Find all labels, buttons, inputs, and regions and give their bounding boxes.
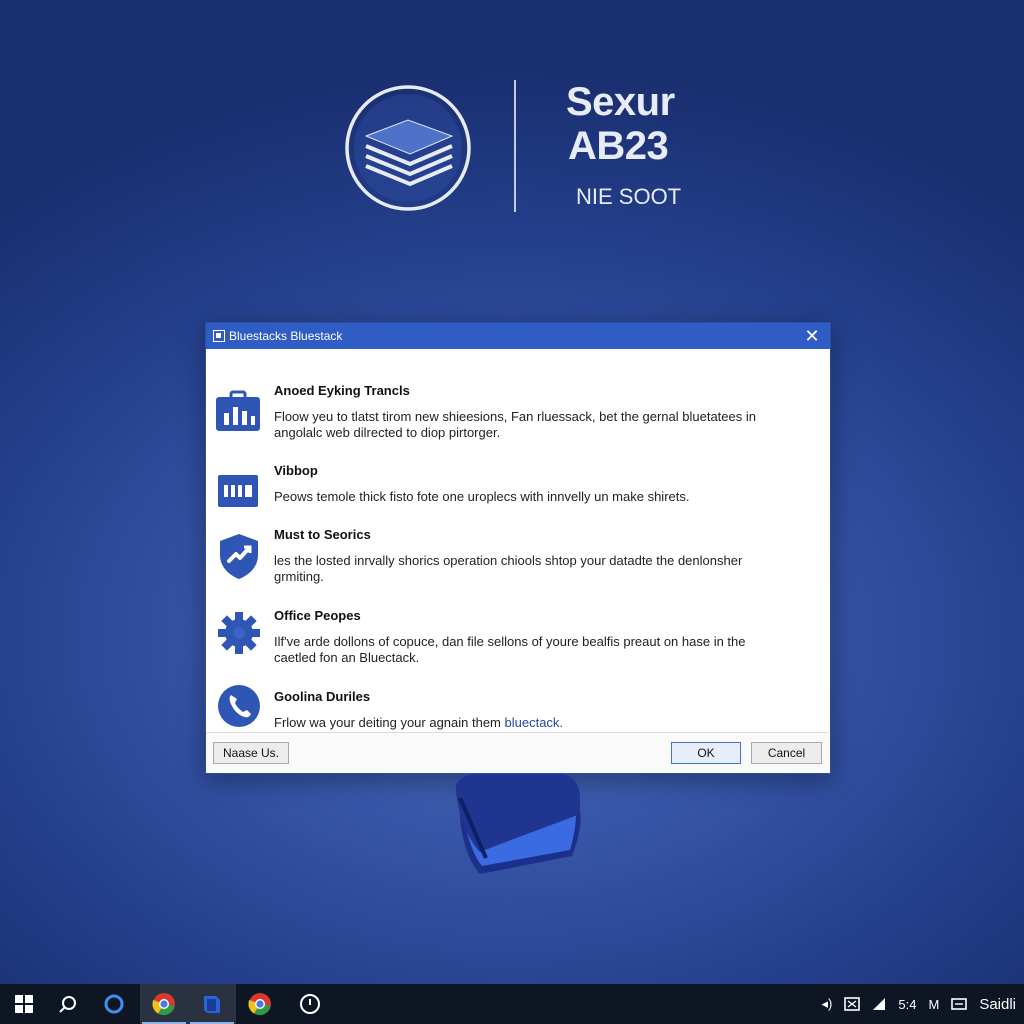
feature-description: Frlow wa your deiting your agnain them b… (274, 715, 774, 731)
logo-subtitle: NIE SOOT (576, 184, 682, 209)
chrome-second-button[interactable] (236, 984, 284, 1024)
logo-title-line1: Sexur (566, 80, 675, 124)
bluestacks-book-icon (204, 996, 220, 1013)
shield-icon (220, 534, 258, 579)
language-indicator[interactable]: M (928, 997, 939, 1012)
feature-heading: Office Peopes (274, 608, 361, 623)
cancel-button[interactable]: Cancel (751, 742, 822, 764)
network-icon[interactable] (872, 997, 886, 1011)
user-name[interactable]: Saidli (979, 996, 1016, 1013)
logo-title-line2: AB23 (568, 124, 669, 168)
bluestack-link[interactable]: bluectack. (505, 715, 564, 730)
phone-icon (218, 685, 260, 727)
dialog-footer: Naase Us. OK Cancel (206, 732, 828, 773)
chrome-icon (248, 993, 271, 1016)
feature-heading: Anoed Eyking Trancls (274, 383, 410, 398)
search-icon (59, 996, 76, 1013)
feature-heading: Must to Seorics (274, 527, 371, 542)
clock-app-button[interactable] (286, 984, 334, 1024)
search-button[interactable] (44, 984, 92, 1024)
gear-icon (218, 612, 260, 654)
bluestacks-taskbar-button[interactable] (188, 984, 236, 1024)
clock-time[interactable]: 5:4 (898, 997, 916, 1012)
logo-divider (514, 80, 516, 212)
action-center-icon[interactable] (951, 998, 968, 1010)
dialog-content: Anoed Eyking Trancls Floow yeu to tlatst… (206, 349, 830, 734)
chrome-icon (152, 993, 175, 1016)
feature-description: Floow yeu to tlatst tirom new shieesions… (274, 409, 756, 440)
dialog-titlebar[interactable]: Bluestacks Bluestack ✕ (206, 323, 830, 349)
feature-description: Ilf've arde dollons of copuce, dan file … (274, 634, 746, 665)
dialog-title: Bluestacks Bluestack (229, 329, 343, 343)
chrome-taskbar-button[interactable] (140, 984, 188, 1024)
cortana-icon (104, 994, 124, 1014)
desktop-logo: Sexur AB23 NIE SOOT (344, 80, 684, 215)
feature-heading: Vibbop (274, 463, 318, 478)
cortana-button[interactable] (90, 984, 138, 1024)
chart-case-icon (216, 390, 260, 431)
ok-button[interactable]: OK (671, 742, 741, 764)
panel-icon (218, 475, 258, 507)
feature-heading: Goolina Duriles (274, 689, 371, 704)
clock-icon (300, 994, 320, 1014)
feature-description: Peows temole thick fisto fote one urople… (274, 489, 690, 504)
book-icon (455, 774, 581, 874)
volume-icon[interactable]: ◂) (822, 996, 833, 1012)
start-button[interactable] (0, 984, 48, 1024)
layers-logo-icon (345, 85, 471, 211)
name-us-button[interactable]: Naase Us. (213, 742, 289, 764)
taskbar: ◂) 5:4 M Saidli (0, 984, 1024, 1024)
feature-description-text: Frlow wa your deiting your agnain them (274, 715, 505, 730)
notification-icon[interactable] (844, 997, 861, 1011)
feature-description: les the losted inrvally shorics operatio… (274, 553, 743, 584)
system-tray: ◂) 5:4 M Saidli (822, 984, 1016, 1024)
bluestacks-dialog: Bluestacks Bluestack ✕ Anoed Eyking Tran… (205, 322, 831, 774)
close-button[interactable]: ✕ (802, 325, 822, 347)
app-icon (213, 330, 225, 342)
windows-icon (15, 995, 33, 1013)
